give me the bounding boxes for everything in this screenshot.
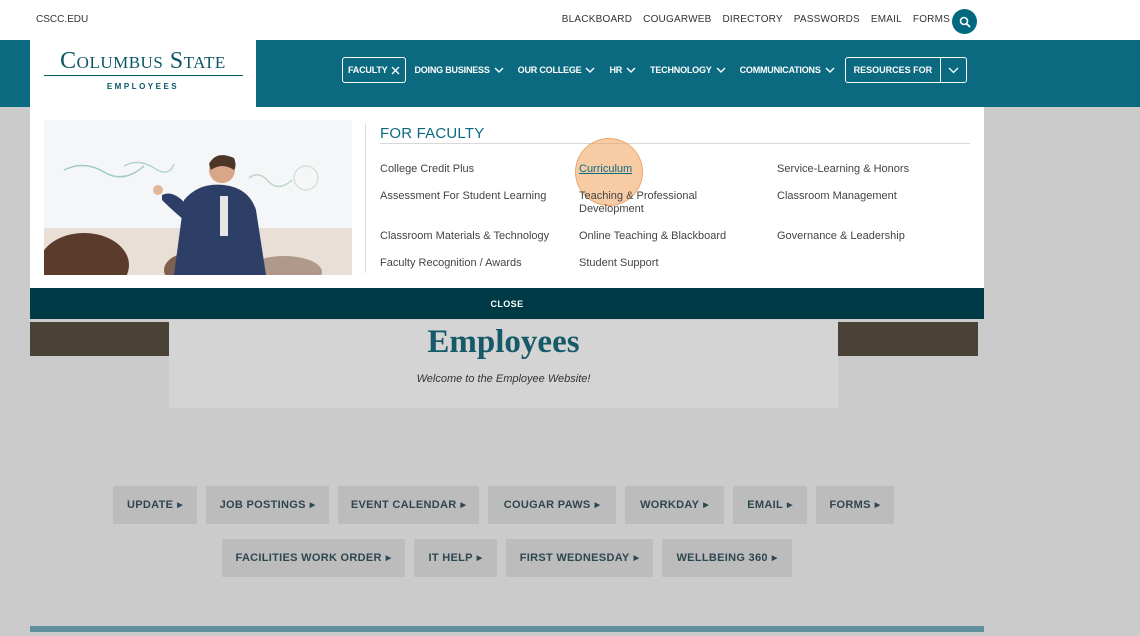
menu-link-online-teaching[interactable]: Online Teaching & Blackboard xyxy=(579,230,726,243)
menu-link-student-support[interactable]: Student Support xyxy=(579,257,659,270)
faculty-photo xyxy=(44,120,352,275)
caret-right-icon: ▶ xyxy=(594,502,601,509)
close-icon xyxy=(391,66,400,74)
menu-link-governance[interactable]: Governance & Leadership xyxy=(777,230,905,243)
caret-right-icon: ▶ xyxy=(633,555,640,562)
hero-banner-right xyxy=(838,322,978,356)
hero-title: Employees xyxy=(427,324,580,360)
quick-link-it-help[interactable]: IT HELP ▶ xyxy=(414,539,497,577)
caret-right-icon: ▶ xyxy=(177,502,183,509)
menu-link-classroom-materials[interactable]: Classroom Materials & Technology xyxy=(380,230,549,243)
footer-accent-line xyxy=(30,626,984,632)
nav-technology-label: TECHNOLOGY xyxy=(650,65,712,75)
directory-link[interactable]: DIRECTORY xyxy=(722,14,782,25)
mega-menu-heading: FOR FACULTY xyxy=(380,125,485,142)
nav-hr-label: HR xyxy=(609,65,623,75)
mega-menu-close-button[interactable]: CLOSE xyxy=(30,288,984,319)
quick-link-event-calendar[interactable]: EVENT CALENDAR ▶ xyxy=(338,486,479,524)
quick-link-label: FACILITIES WORK ORDER xyxy=(235,552,382,564)
resources-for-toggle[interactable] xyxy=(940,58,966,82)
mega-menu-rule xyxy=(380,143,970,144)
nav-communications[interactable]: COMMUNICATIONS xyxy=(734,57,841,83)
caret-right-icon: ▶ xyxy=(460,502,467,509)
nav-faculty-label: FACULTY xyxy=(348,65,388,75)
site-logo[interactable]: Columbus State EMPLOYEES xyxy=(30,40,256,107)
caret-right-icon: ▶ xyxy=(787,502,793,509)
forms-link[interactable]: FORMS xyxy=(913,14,950,25)
search-icon xyxy=(959,16,970,27)
quick-link-email[interactable]: EMAIL ▶ xyxy=(733,486,807,524)
menu-link-classroom-management[interactable]: Classroom Management xyxy=(777,190,897,203)
mega-menu-divider xyxy=(365,123,366,273)
hero-banner-left xyxy=(30,322,170,356)
quick-link-forms[interactable]: FORMS ▶ xyxy=(816,486,894,524)
quick-link-cougar-paws[interactable]: COUGAR PAWS ▶ xyxy=(488,486,616,524)
nav-our-college-label: OUR COLLEGE xyxy=(517,65,582,75)
chevron-down-icon xyxy=(948,67,959,73)
logo-title: Columbus State xyxy=(60,48,226,74)
logo-divider xyxy=(44,75,243,76)
quick-link-label: COUGAR PAWS xyxy=(503,499,591,511)
nav-our-college[interactable]: OUR COLLEGE xyxy=(512,57,602,83)
menu-link-service-learning[interactable]: Service-Learning & Honors xyxy=(777,163,909,176)
quick-link-update[interactable]: UPDATE ▶ xyxy=(113,486,197,524)
quick-link-label: EVENT CALENDAR xyxy=(350,499,457,511)
resources-for-dropdown[interactable]: RESOURCES FOR xyxy=(844,57,968,83)
quick-link-workday[interactable]: WORKDAY ▶ xyxy=(625,486,724,524)
email-link[interactable]: EMAIL xyxy=(871,14,902,25)
hero-card: Employees Welcome to the Employee Websit… xyxy=(169,320,838,408)
hero-subtitle: Welcome to the Employee Website! xyxy=(416,373,591,385)
caret-right-icon: ▶ xyxy=(385,555,392,562)
quick-link-label: JOB POSTINGS xyxy=(219,499,306,511)
utility-bar: CSCC.EDU BLACKBOARD COUGARWEB DIRECTORY … xyxy=(0,0,1140,40)
caret-right-icon: ▶ xyxy=(703,502,709,509)
quick-link-job-postings[interactable]: JOB POSTINGS ▶ xyxy=(206,486,329,524)
quick-link-first-wednesday[interactable]: FIRST WEDNESDAY ▶ xyxy=(506,539,653,577)
nav-doing-business[interactable]: DOING BUSINESS xyxy=(408,57,509,83)
chevron-down-icon xyxy=(585,67,595,73)
nav-faculty[interactable]: FACULTY xyxy=(342,57,407,83)
quick-link-label: FORMS xyxy=(829,499,871,511)
chevron-down-icon xyxy=(825,67,835,73)
quick-link-label: WELLBEING 360 xyxy=(676,552,768,564)
menu-link-assessment[interactable]: Assessment For Student Learning xyxy=(380,190,546,203)
cscc-edu-link[interactable]: CSCC.EDU xyxy=(36,14,88,25)
quick-link-label: UPDATE xyxy=(127,499,174,511)
quick-link-facilities-work-order[interactable]: FACILITIES WORK ORDER ▶ xyxy=(222,539,405,577)
menu-link-teaching-development[interactable]: Teaching & Professional Development xyxy=(579,190,729,216)
nav-doing-business-label: DOING BUSINESS xyxy=(414,65,490,75)
utility-links: BLACKBOARD COUGARWEB DIRECTORY PASSWORDS… xyxy=(562,14,950,25)
menu-link-curriculum[interactable]: Curriculum xyxy=(579,163,632,176)
chevron-down-icon xyxy=(494,67,504,73)
caret-right-icon: ▶ xyxy=(309,502,316,509)
main-nav: FACULTY DOING BUSINESS OUR COLLEGE HR TE… xyxy=(342,57,968,83)
blackboard-link[interactable]: BLACKBOARD xyxy=(562,14,632,25)
caret-right-icon: ▶ xyxy=(476,555,483,562)
quick-link-wellbeing-360[interactable]: WELLBEING 360 ▶ xyxy=(662,539,792,577)
menu-link-college-credit-plus[interactable]: College Credit Plus xyxy=(380,163,474,176)
resources-for-label: RESOURCES FOR xyxy=(853,65,933,75)
menu-link-faculty-recognition[interactable]: Faculty Recognition / Awards xyxy=(380,257,522,270)
caret-right-icon: ▶ xyxy=(874,502,881,509)
caret-right-icon: ▶ xyxy=(771,555,778,562)
chevron-down-icon xyxy=(716,67,726,73)
nav-hr[interactable]: HR xyxy=(603,57,642,83)
quick-link-label: IT HELP xyxy=(428,552,473,564)
quick-link-label: FIRST WEDNESDAY xyxy=(519,552,630,564)
quick-link-label: EMAIL xyxy=(747,499,784,511)
cougarweb-link[interactable]: COUGARWEB xyxy=(643,14,711,25)
chevron-down-icon xyxy=(626,67,636,73)
logo-subtitle: EMPLOYEES xyxy=(106,82,180,91)
nav-technology[interactable]: TECHNOLOGY xyxy=(644,57,732,83)
search-button[interactable] xyxy=(952,9,977,34)
quick-link-label: WORKDAY xyxy=(640,499,700,511)
passwords-link[interactable]: PASSWORDS xyxy=(794,14,860,25)
nav-communications-label: COMMUNICATIONS xyxy=(739,65,821,75)
